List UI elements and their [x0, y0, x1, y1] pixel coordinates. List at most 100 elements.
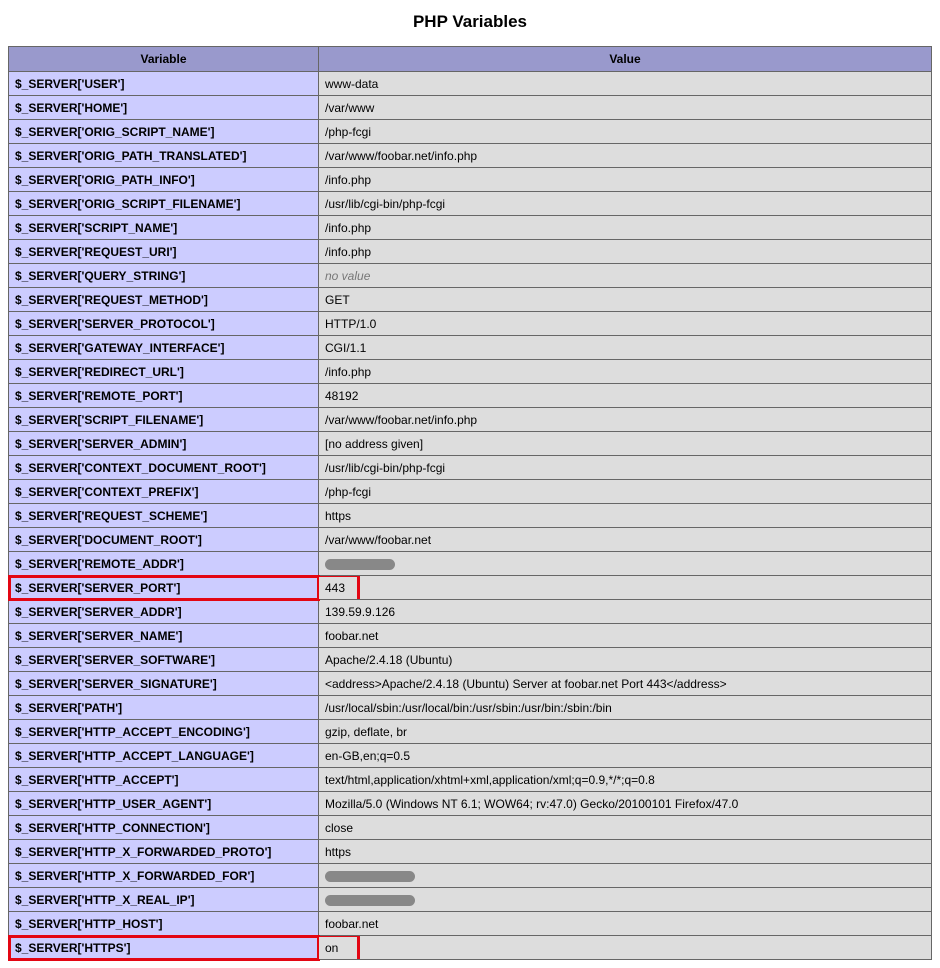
- variable-cell: $_SERVER['QUERY_STRING']: [9, 264, 319, 288]
- table-row: $_SERVER['SERVER_ADMIN'][no address give…: [9, 432, 932, 456]
- variable-cell: $_SERVER['REQUEST_METHOD']: [9, 288, 319, 312]
- variable-cell: $_SERVER['REQUEST_SCHEME']: [9, 504, 319, 528]
- value-cell: https: [319, 504, 932, 528]
- variable-cell: $_SERVER['CONTEXT_PREFIX']: [9, 480, 319, 504]
- value-cell: [319, 552, 932, 576]
- table-row: $_SERVER['USER']www-data: [9, 72, 932, 96]
- value-cell: on: [319, 936, 932, 960]
- table-row: $_SERVER['CONTEXT_DOCUMENT_ROOT']/usr/li…: [9, 456, 932, 480]
- variable-cell: $_SERVER['SCRIPT_NAME']: [9, 216, 319, 240]
- table-row: $_SERVER['SERVER_PORT']443: [9, 576, 932, 600]
- table-row: $_SERVER['GATEWAY_INTERFACE']CGI/1.1: [9, 336, 932, 360]
- table-row: $_SERVER['REQUEST_URI']/info.php: [9, 240, 932, 264]
- variable-cell: $_SERVER['REQUEST_URI']: [9, 240, 319, 264]
- table-row: $_SERVER['SERVER_PROTOCOL']HTTP/1.0: [9, 312, 932, 336]
- value-cell: /php-fcgi: [319, 120, 932, 144]
- value-cell: /usr/lib/cgi-bin/php-fcgi: [319, 192, 932, 216]
- variable-cell: $_SERVER['HTTP_HOST']: [9, 912, 319, 936]
- value-cell: text/html,application/xhtml+xml,applicat…: [319, 768, 932, 792]
- variable-cell: $_SERVER['REDIRECT_URL']: [9, 360, 319, 384]
- value-cell: /usr/local/sbin:/usr/local/bin:/usr/sbin…: [319, 696, 932, 720]
- variable-cell: $_SERVER['SERVER_SIGNATURE']: [9, 672, 319, 696]
- value-cell: <address>Apache/2.4.18 (Ubuntu) Server a…: [319, 672, 932, 696]
- value-cell: foobar.net: [319, 624, 932, 648]
- table-row: $_SERVER['ORIG_SCRIPT_NAME']/php-fcgi: [9, 120, 932, 144]
- value-cell: /var/www/foobar.net/info.php: [319, 144, 932, 168]
- variable-cell: $_SERVER['HTTP_X_REAL_IP']: [9, 888, 319, 912]
- variable-cell: $_SERVER['REMOTE_ADDR']: [9, 552, 319, 576]
- variable-cell: $_SERVER['SERVER_PROTOCOL']: [9, 312, 319, 336]
- variable-cell: $_SERVER['REMOTE_PORT']: [9, 384, 319, 408]
- value-cell: gzip, deflate, br: [319, 720, 932, 744]
- header-variable: Variable: [9, 47, 319, 72]
- table-row: $_SERVER['SERVER_ADDR']139.59.9.126: [9, 600, 932, 624]
- no-value-text: no value: [325, 269, 370, 283]
- table-row: $_SERVER['QUERY_STRING'] no value: [9, 264, 932, 288]
- table-row: $_SERVER['SCRIPT_FILENAME']/var/www/foob…: [9, 408, 932, 432]
- table-row: $_SERVER['HTTP_X_REAL_IP']: [9, 888, 932, 912]
- table-row: $_SERVER['HTTP_USER_AGENT']Mozilla/5.0 (…: [9, 792, 932, 816]
- value-cell: 443: [319, 576, 932, 600]
- value-cell: 48192: [319, 384, 932, 408]
- table-row: $_SERVER['PATH']/usr/local/sbin:/usr/loc…: [9, 696, 932, 720]
- redacted-value: [325, 895, 415, 906]
- table-row: $_SERVER['SERVER_NAME']foobar.net: [9, 624, 932, 648]
- value-cell: /info.php: [319, 168, 932, 192]
- value-cell: /var/www/foobar.net: [319, 528, 932, 552]
- value-cell: /info.php: [319, 240, 932, 264]
- table-row: $_SERVER['HTTP_HOST']foobar.net: [9, 912, 932, 936]
- variable-cell: $_SERVER['ORIG_SCRIPT_NAME']: [9, 120, 319, 144]
- value-cell: /usr/lib/cgi-bin/php-fcgi: [319, 456, 932, 480]
- variable-cell: $_SERVER['CONTEXT_DOCUMENT_ROOT']: [9, 456, 319, 480]
- variable-cell: $_SERVER['SERVER_ADMIN']: [9, 432, 319, 456]
- table-row: $_SERVER['CONTEXT_PREFIX']/php-fcgi: [9, 480, 932, 504]
- table-row: $_SERVER['HTTP_ACCEPT']text/html,applica…: [9, 768, 932, 792]
- table-row: $_SERVER['HTTP_X_FORWARDED_PROTO']https: [9, 840, 932, 864]
- value-cell: no value: [319, 264, 932, 288]
- variable-cell: $_SERVER['HTTP_ACCEPT_LANGUAGE']: [9, 744, 319, 768]
- value-cell: [no address given]: [319, 432, 932, 456]
- php-variables-table: Variable Value $_SERVER['USER']www-data$…: [8, 46, 932, 960]
- variable-cell: $_SERVER['SERVER_NAME']: [9, 624, 319, 648]
- variable-cell: $_SERVER['SERVER_SOFTWARE']: [9, 648, 319, 672]
- value-cell: 139.59.9.126: [319, 600, 932, 624]
- table-row: $_SERVER['SERVER_SIGNATURE']<address>Apa…: [9, 672, 932, 696]
- table-row: $_SERVER['REQUEST_SCHEME']https: [9, 504, 932, 528]
- variable-cell: $_SERVER['HOME']: [9, 96, 319, 120]
- variable-cell: $_SERVER['GATEWAY_INTERFACE']: [9, 336, 319, 360]
- value-cell: /var/www: [319, 96, 932, 120]
- value-cell: https: [319, 840, 932, 864]
- table-row: $_SERVER['ORIG_PATH_TRANSLATED']/var/www…: [9, 144, 932, 168]
- table-row: $_SERVER['REMOTE_ADDR']: [9, 552, 932, 576]
- value-cell: /php-fcgi: [319, 480, 932, 504]
- value-cell: en-GB,en;q=0.5: [319, 744, 932, 768]
- value-cell: close: [319, 816, 932, 840]
- table-row: $_SERVER['REMOTE_PORT']48192: [9, 384, 932, 408]
- table-row: $_SERVER['DOCUMENT_ROOT']/var/www/foobar…: [9, 528, 932, 552]
- table-row: $_SERVER['HTTP_X_FORWARDED_FOR']: [9, 864, 932, 888]
- variable-cell: $_SERVER['ORIG_SCRIPT_FILENAME']: [9, 192, 319, 216]
- table-row: $_SERVER['REQUEST_METHOD']GET: [9, 288, 932, 312]
- value-cell: www-data: [319, 72, 932, 96]
- table-row: $_SERVER['ORIG_PATH_INFO']/info.php: [9, 168, 932, 192]
- value-cell: /var/www/foobar.net/info.php: [319, 408, 932, 432]
- header-value: Value: [319, 47, 932, 72]
- value-cell: [319, 864, 932, 888]
- value-cell: HTTP/1.0: [319, 312, 932, 336]
- value-cell: [319, 888, 932, 912]
- variable-cell: $_SERVER['HTTP_ACCEPT']: [9, 768, 319, 792]
- variable-cell: $_SERVER['SERVER_PORT']: [9, 576, 319, 600]
- table-row: $_SERVER['SERVER_SOFTWARE']Apache/2.4.18…: [9, 648, 932, 672]
- variable-cell: $_SERVER['SCRIPT_FILENAME']: [9, 408, 319, 432]
- variable-cell: $_SERVER['USER']: [9, 72, 319, 96]
- table-row: $_SERVER['HTTPS']on: [9, 936, 932, 960]
- value-cell: foobar.net: [319, 912, 932, 936]
- variable-cell: $_SERVER['HTTP_USER_AGENT']: [9, 792, 319, 816]
- value-cell: GET: [319, 288, 932, 312]
- redacted-value: [325, 871, 415, 882]
- variable-cell: $_SERVER['PATH']: [9, 696, 319, 720]
- value-cell: Mozilla/5.0 (Windows NT 6.1; WOW64; rv:4…: [319, 792, 932, 816]
- table-row: $_SERVER['HOME']/var/www: [9, 96, 932, 120]
- variable-cell: $_SERVER['SERVER_ADDR']: [9, 600, 319, 624]
- value-cell: Apache/2.4.18 (Ubuntu): [319, 648, 932, 672]
